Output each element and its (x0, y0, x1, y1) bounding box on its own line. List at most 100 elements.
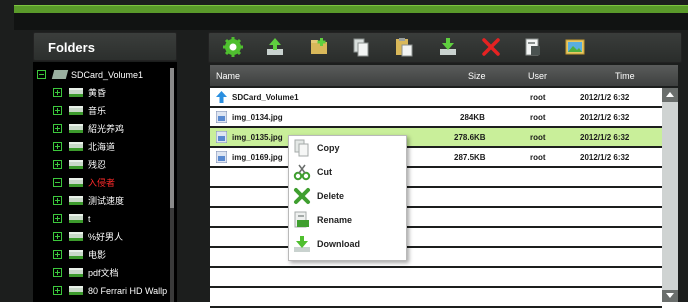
tree-item[interactable]: 残忍 (53, 156, 106, 173)
download-icon (440, 38, 456, 55)
file-user: root (530, 133, 546, 142)
file-name: img_0135.jpg (232, 133, 283, 142)
scroll-down-button[interactable] (662, 290, 678, 302)
table-row-selected[interactable]: img_0135.jpg 278.6KB root 2012/1/2 6:32 (210, 128, 662, 148)
expand-icon[interactable] (53, 196, 62, 205)
new-folder-button[interactable] (307, 36, 331, 58)
table-row-empty (210, 168, 662, 188)
file-size: 278.6KB (454, 133, 486, 142)
expand-icon[interactable] (53, 160, 62, 169)
file-time: 2012/1/2 6:32 (580, 113, 630, 122)
file-name: img_0134.jpg (232, 113, 283, 122)
tree-item-label: pdf文档 (88, 268, 119, 278)
table-row[interactable]: SDCard_Volume1 root 2012/1/2 6:32 (210, 88, 662, 108)
upload-button[interactable] (263, 36, 287, 58)
table-row-empty (210, 188, 662, 208)
tree-item[interactable]: 紹光养鸡 (53, 120, 124, 137)
tree-item-active[interactable]: 入侵者 (53, 174, 115, 191)
context-menu-rename[interactable]: Rename (289, 208, 406, 232)
expand-icon[interactable] (53, 268, 62, 277)
file-user: root (530, 153, 546, 162)
scroll-up-button[interactable] (662, 88, 678, 102)
folder-icon (69, 88, 83, 97)
context-menu-label: Download (317, 239, 360, 249)
file-time: 2012/1/2 6:32 (580, 153, 630, 162)
folder-icon (69, 196, 83, 205)
file-user: root (530, 113, 546, 122)
expand-icon[interactable] (53, 88, 62, 97)
download-button[interactable] (436, 36, 460, 58)
tree-item-label: 紹光养鸡 (88, 124, 125, 134)
image-file-icon (216, 131, 227, 143)
settings-button[interactable] (221, 36, 245, 58)
tree-item[interactable]: %好男人 (53, 228, 123, 245)
copy-icon (353, 38, 369, 57)
delete-button[interactable] (479, 36, 503, 58)
arrow-up-icon (216, 91, 227, 103)
tree-item-label: 黄昏 (88, 88, 107, 98)
expand-icon[interactable] (53, 214, 62, 223)
folder-scrollbar[interactable] (170, 68, 174, 302)
column-name[interactable]: Name (216, 71, 240, 81)
tree-item-label: 入侵者 (88, 178, 116, 188)
table-row-empty (210, 288, 662, 308)
paste-button[interactable] (392, 36, 416, 58)
copy-icon (294, 139, 309, 157)
context-menu: Copy Cut Delete Rename Download (288, 135, 407, 261)
expand-icon[interactable] (53, 106, 62, 115)
tree-item[interactable]: 测试速度 (53, 192, 124, 209)
context-menu-cut[interactable]: Cut (289, 160, 406, 184)
new-folder-icon (311, 38, 327, 54)
upload-icon (267, 38, 283, 55)
table-row[interactable]: img_0134.jpg 284KB root 2012/1/2 6:32 (210, 108, 662, 128)
tree-item-label: 电影 (88, 250, 107, 260)
paste-icon (396, 38, 413, 57)
rename-button[interactable] (521, 36, 545, 58)
context-menu-label: Cut (317, 167, 332, 177)
folder-icon (69, 214, 83, 223)
gear-icon (223, 37, 243, 57)
tree-item[interactable]: t (53, 210, 91, 227)
tree-item[interactable]: 黄昏 (53, 84, 106, 101)
expand-icon[interactable] (53, 142, 62, 151)
tree-item[interactable]: 80 Ferrari HD Wallp (53, 282, 167, 299)
copy-button[interactable] (349, 36, 373, 58)
folder-icon (69, 160, 83, 169)
column-user[interactable]: User (528, 71, 547, 81)
file-size: 284KB (460, 113, 485, 122)
column-time[interactable]: Time (615, 71, 635, 81)
tree-item[interactable]: 北海道 (53, 138, 115, 155)
sdcard-icon (51, 70, 69, 79)
file-name: SDCard_Volume1 (232, 93, 299, 102)
context-menu-download[interactable]: Download (289, 232, 406, 256)
tree-root[interactable]: SDCard_Volume1 (37, 66, 143, 83)
folder-icon (69, 124, 83, 133)
table-row-empty (210, 248, 662, 268)
folder-tree: SDCard_Volume1 黄昏 音乐 紹光养鸡 北海道 残忍 入侵者 测试速… (33, 62, 177, 302)
table-scrollbar[interactable] (662, 88, 678, 302)
context-menu-label: Copy (317, 143, 340, 153)
tree-root-label: SDCard_Volume1 (71, 69, 144, 80)
image-file-icon (216, 111, 227, 123)
tree-item[interactable]: 音乐 (53, 102, 106, 119)
folder-scroll-thumb[interactable] (170, 68, 174, 208)
tree-item-label: %好男人 (88, 232, 124, 242)
tree-item[interactable]: 电影 (53, 246, 106, 263)
collapse-icon[interactable] (53, 178, 62, 187)
preview-button[interactable] (563, 36, 587, 58)
expand-icon[interactable] (53, 250, 62, 259)
column-size[interactable]: Size (468, 71, 486, 81)
folder-icon (69, 232, 83, 241)
folder-icon (69, 268, 83, 277)
expand-icon[interactable] (53, 124, 62, 133)
context-menu-delete[interactable]: Delete (289, 184, 406, 208)
scissors-icon (293, 164, 311, 181)
context-menu-copy[interactable]: Copy (289, 136, 406, 160)
rename-icon (294, 211, 309, 228)
tree-item[interactable]: pdf文档 (53, 264, 119, 281)
table-row[interactable]: img_0169.jpg 287.5KB root 2012/1/2 6:32 (210, 148, 662, 168)
collapse-icon[interactable] (37, 70, 46, 79)
toolbar (208, 32, 682, 63)
expand-icon[interactable] (53, 232, 62, 241)
expand-icon[interactable] (53, 286, 62, 295)
